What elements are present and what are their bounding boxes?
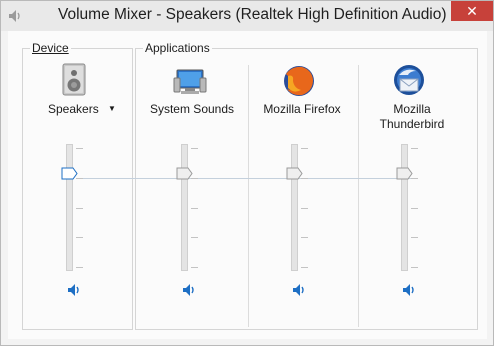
slider-tick: [301, 208, 308, 209]
volume-link-line: [77, 178, 411, 179]
column-separator: [358, 65, 359, 327]
applications-group-label: Applications: [143, 41, 212, 55]
slider-track: [291, 144, 298, 271]
app-name-label: Mozilla Firefox: [263, 102, 341, 116]
slider-tick: [76, 267, 83, 268]
mixer-client-area: Device Applications Speakers ▼ System So…: [8, 31, 487, 339]
slider-tick: [411, 148, 418, 149]
slider-tick: [76, 237, 83, 238]
slider-track: [66, 144, 73, 271]
slider-tick: [76, 208, 83, 209]
speaker-mute-icon[interactable]: [292, 283, 306, 297]
speaker-mute-icon[interactable]: [67, 283, 81, 297]
chevron-down-icon: ▼: [108, 104, 116, 113]
speaker-app-icon: [9, 10, 20, 22]
slider-tick: [76, 148, 83, 149]
slider-tick: [191, 148, 198, 149]
slider-tick: [411, 178, 418, 179]
slider-tick: [191, 237, 198, 238]
system-sounds-icon: [173, 69, 207, 94]
thunderbird-icon: [394, 65, 424, 95]
slider-tick: [411, 267, 418, 268]
volume-mixer-window: Volume Mixer - Speakers (Realtek High De…: [0, 0, 494, 346]
slider-tick: [191, 267, 198, 268]
window-title: Volume Mixer - Speakers (Realtek High De…: [58, 6, 447, 23]
firefox-icon: [284, 66, 314, 96]
app-volume-slider[interactable]: [277, 144, 317, 274]
slider-tick: [411, 237, 418, 238]
slider-track: [401, 144, 408, 271]
device-group-label: Device: [30, 41, 71, 55]
speaker-device-icon: [62, 63, 86, 96]
speaker-mute-icon[interactable]: [182, 283, 196, 297]
slider-tick: [76, 178, 83, 179]
device-name-label: Speakers: [48, 102, 99, 116]
close-button[interactable]: ✕: [451, 1, 493, 21]
speaker-mute-icon[interactable]: [402, 283, 416, 297]
slider-tick: [301, 148, 308, 149]
slider-tick: [191, 178, 198, 179]
slider-tick: [301, 267, 308, 268]
app-name-label: Mozilla Thunderbird: [379, 102, 445, 131]
slider-tick: [301, 237, 308, 238]
slider-track: [181, 144, 188, 271]
app-volume-slider[interactable]: [387, 144, 427, 274]
title-bar[interactable]: Volume Mixer - Speakers (Realtek High De…: [1, 1, 493, 31]
device-volume-slider[interactable]: [52, 144, 92, 274]
app-volume-slider[interactable]: [167, 144, 207, 274]
slider-tick: [411, 208, 418, 209]
column-separator: [248, 65, 249, 327]
slider-tick: [301, 178, 308, 179]
app-name-label: System Sounds: [149, 102, 235, 116]
device-dropdown[interactable]: Speakers ▼: [48, 101, 116, 117]
slider-tick: [191, 208, 198, 209]
